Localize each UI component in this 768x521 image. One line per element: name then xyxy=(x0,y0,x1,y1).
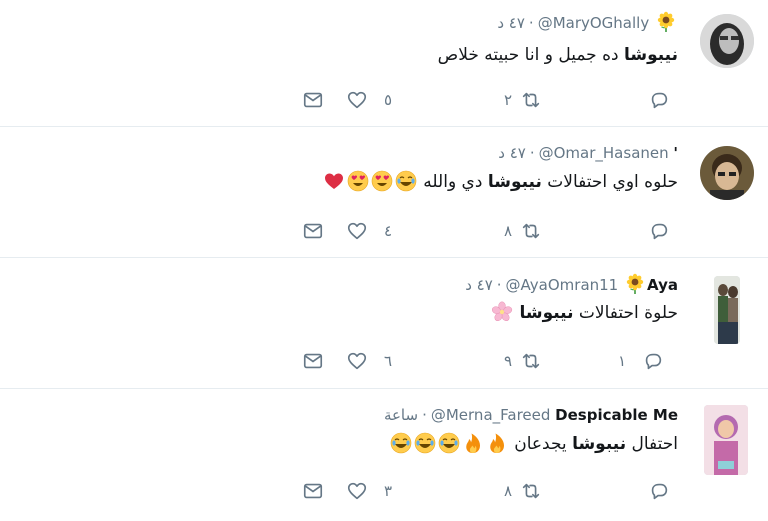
cherry-blossom-emoji xyxy=(491,301,513,323)
like-button[interactable]: ٦ xyxy=(346,349,392,373)
like-icon xyxy=(346,220,368,242)
display-name[interactable]: Despicable Me xyxy=(555,406,678,424)
joy-emoji xyxy=(390,432,412,454)
timestamp[interactable]: ٤٧ د xyxy=(497,14,525,32)
retweet-count: ٨ xyxy=(504,222,513,240)
avatar[interactable] xyxy=(704,405,748,475)
like-count: ٥ xyxy=(384,91,393,109)
heart-eyes-emoji xyxy=(371,170,393,192)
hashtag-bold[interactable]: نيبوشا xyxy=(519,303,573,323)
display-name[interactable]: ' xyxy=(673,144,678,162)
action-bar: ٨ ٤ xyxy=(0,219,768,243)
reply-icon xyxy=(648,220,670,242)
sunflower-emoji xyxy=(624,273,646,295)
retweet-button[interactable]: ٩ xyxy=(504,349,542,373)
avatar[interactable] xyxy=(700,146,754,200)
action-bar: ٨ ٣ xyxy=(0,479,768,503)
text-after: ده جميل و انا حبيته خلاص xyxy=(437,45,624,65)
timestamp[interactable]: ٤٧ د xyxy=(465,276,493,294)
joy-emoji xyxy=(395,170,417,192)
retweet-icon xyxy=(520,350,542,372)
tweet-2[interactable]: ' @Omar_Hasanen·٤٧ د حلوه اوي احتفالات ن… xyxy=(0,127,768,257)
reply-button[interactable]: ١ xyxy=(618,349,664,373)
timestamp[interactable]: ٤٧ د xyxy=(498,144,526,162)
tweet-1[interactable]: @MaryOGhally·٤٧ د نيبوشا ده جميل و انا ح… xyxy=(0,0,768,126)
text-before: حلوه اوي احتفالات xyxy=(541,172,678,192)
like-icon xyxy=(346,480,368,502)
reply-count: ١ xyxy=(618,352,627,370)
reply-icon xyxy=(648,89,670,111)
dm-icon xyxy=(302,480,324,502)
tweet-4[interactable]: Despicable Me @Merna_Fareed·ساعة احتفال … xyxy=(0,389,768,521)
retweet-icon xyxy=(520,480,542,502)
action-bar: ١ ٩ ٦ xyxy=(0,349,768,373)
like-icon xyxy=(346,350,368,372)
handle[interactable]: @AyaOmran11 xyxy=(506,276,619,294)
text-after: يجدعان xyxy=(508,434,573,454)
tweet-text: احتفال نيبوشا يجدعان xyxy=(389,431,678,457)
retweet-button[interactable]: ٨ xyxy=(504,479,542,503)
tweet-text: نيبوشا ده جميل و انا حبيته خلاص xyxy=(438,42,678,68)
like-button[interactable]: ٣ xyxy=(346,479,392,503)
dm-icon xyxy=(302,89,324,111)
retweet-count: ٨ xyxy=(504,482,513,500)
retweet-button[interactable]: ٨ xyxy=(504,219,542,243)
hashtag-bold[interactable]: نيبوشا xyxy=(488,172,542,192)
retweet-count: ٩ xyxy=(504,352,513,370)
tweet-header: ' @Omar_Hasanen·٤٧ د xyxy=(498,142,678,164)
tweet-header: Aya @AyaOmran11·٤٧ د xyxy=(465,273,678,295)
fire-emoji xyxy=(462,432,484,454)
reply-button[interactable] xyxy=(648,88,670,112)
dm-icon xyxy=(302,350,324,372)
joy-emoji xyxy=(438,432,460,454)
avatar[interactable] xyxy=(714,276,740,344)
hashtag-bold[interactable]: نيبوشا xyxy=(572,434,626,454)
retweet-icon xyxy=(520,220,542,242)
like-button[interactable]: ٥ xyxy=(346,88,392,112)
avatar[interactable] xyxy=(700,14,754,68)
retweet-icon xyxy=(520,89,542,111)
timeline: @MaryOGhally·٤٧ د نيبوشا ده جميل و انا ح… xyxy=(0,0,768,521)
handle[interactable]: @Merna_Fareed xyxy=(431,406,551,424)
text-before: احتفال xyxy=(626,434,678,454)
joy-emoji xyxy=(414,432,436,454)
separator-dot: · xyxy=(422,406,427,424)
tweet-text: حلوه اوي احتفالات نيبوشا دي والله xyxy=(322,169,678,195)
like-button[interactable]: ٤ xyxy=(346,219,392,243)
sunflower-emoji xyxy=(655,11,677,33)
handle[interactable]: @Omar_Hasanen xyxy=(539,144,669,162)
action-bar: ٢ ٥ xyxy=(0,88,768,112)
like-count: ٣ xyxy=(384,482,393,500)
reply-button[interactable] xyxy=(648,479,670,503)
tweet-3[interactable]: Aya @AyaOmran11·٤٧ د حلوة احتفالات نيبوش… xyxy=(0,258,768,388)
timestamp[interactable]: ساعة xyxy=(384,406,418,424)
like-count: ٦ xyxy=(384,352,393,370)
dm-icon xyxy=(302,220,324,242)
separator-dot: · xyxy=(496,276,502,294)
text-before: حلوة احتفالات xyxy=(573,303,678,323)
handle[interactable]: @MaryOGhally xyxy=(538,14,650,32)
reply-button[interactable] xyxy=(648,219,670,243)
like-count: ٤ xyxy=(384,222,393,240)
tweet-text: حلوة احتفالات نيبوشا xyxy=(490,300,678,326)
dm-button[interactable] xyxy=(302,219,324,243)
separator-dot: · xyxy=(528,14,534,32)
retweet-count: ٢ xyxy=(504,91,513,109)
display-name[interactable]: Aya xyxy=(647,276,678,294)
like-icon xyxy=(346,89,368,111)
dm-button[interactable] xyxy=(302,349,324,373)
red-heart-emoji xyxy=(323,170,345,192)
separator-dot: · xyxy=(529,144,535,162)
heart-eyes-emoji xyxy=(347,170,369,192)
retweet-button[interactable]: ٢ xyxy=(504,88,542,112)
reply-icon xyxy=(648,480,670,502)
fire-emoji xyxy=(486,432,508,454)
reply-icon xyxy=(642,350,664,372)
tweet-header: Despicable Me @Merna_Fareed·ساعة xyxy=(384,404,678,426)
dm-button[interactable] xyxy=(302,88,324,112)
dm-button[interactable] xyxy=(302,479,324,503)
hashtag-bold[interactable]: نيبوشا xyxy=(624,45,678,65)
tweet-header: @MaryOGhally·٤٧ د xyxy=(497,11,678,33)
text-after: دي والله xyxy=(417,172,488,192)
